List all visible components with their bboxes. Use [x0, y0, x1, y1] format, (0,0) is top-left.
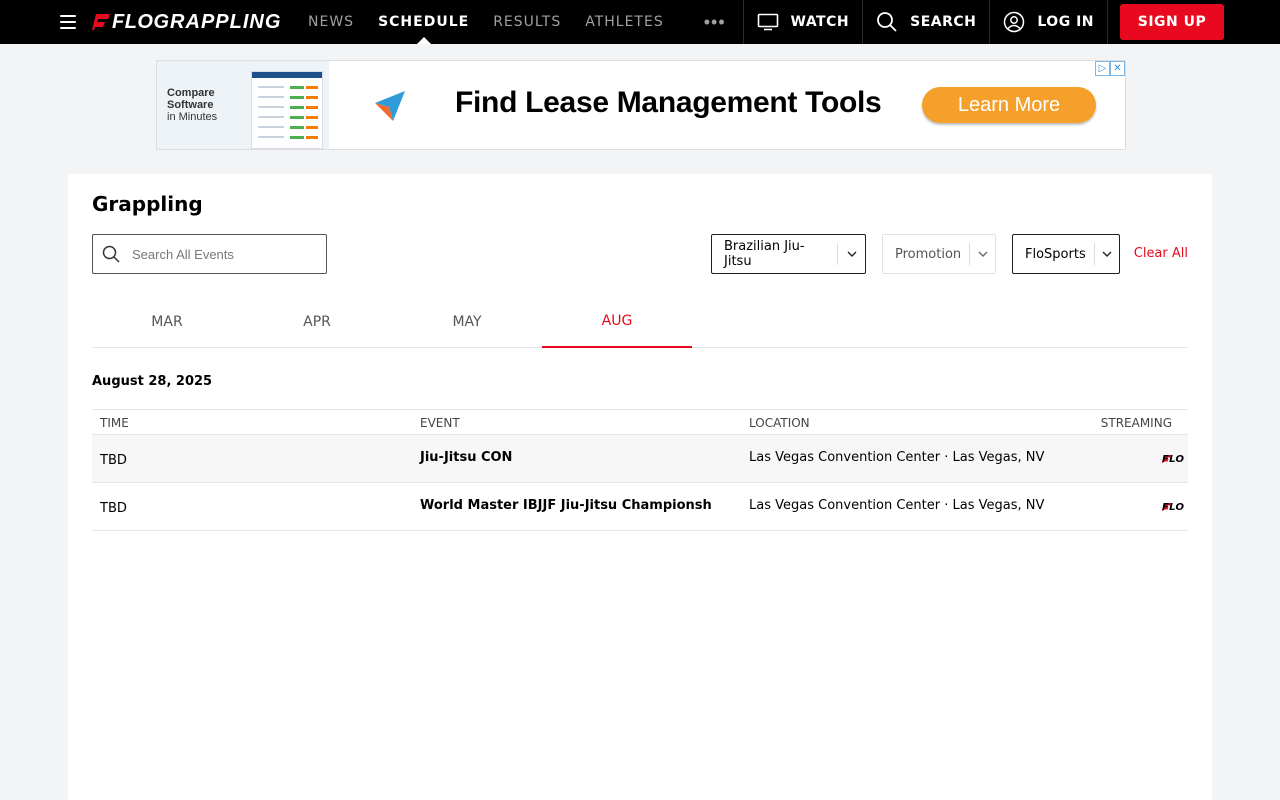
- header-event: EVENT: [420, 416, 460, 430]
- row-time: TBD: [100, 453, 127, 468]
- provider-filter[interactable]: FloSports: [1012, 234, 1120, 274]
- signup-button[interactable]: SIGN UP: [1120, 4, 1224, 40]
- user-icon: [1004, 11, 1025, 33]
- discipline-filter[interactable]: Brazilian Jiu-Jitsu: [711, 234, 866, 274]
- top-nav: FLO GRAPPLING NEWS SCHEDULE RESULTS ATHL…: [0, 0, 1280, 44]
- ad-headline: Find Lease Management Tools: [455, 86, 882, 119]
- month-tabs: MAR APR MAY AUG: [92, 296, 1188, 348]
- promotion-filter-label: Promotion: [895, 246, 962, 262]
- tab-may[interactable]: MAY: [392, 296, 542, 348]
- ad-left-title: Compare Software: [167, 87, 215, 111]
- row-location: Las Vegas Convention Center · Las Vegas,…: [749, 450, 1045, 465]
- chevron-down-icon: [838, 251, 865, 257]
- date-heading: August 28, 2025: [92, 374, 213, 389]
- clear-all-link[interactable]: Clear All: [1134, 246, 1188, 261]
- promotion-filter[interactable]: Promotion: [882, 234, 996, 274]
- search-input[interactable]: [132, 246, 302, 262]
- search-icon: [877, 12, 897, 32]
- search-button[interactable]: SEARCH: [862, 0, 989, 44]
- logo-sport-text: GRAPPLING: [153, 10, 282, 33]
- table-row[interactable]: TBD Jiu-Jitsu CON Las Vegas Convention C…: [92, 435, 1188, 483]
- ad-learn-more-button[interactable]: Learn More: [922, 87, 1096, 123]
- row-event[interactable]: Jiu-Jitsu CON: [420, 450, 512, 465]
- adchoices-icon[interactable]: ▷: [1095, 61, 1110, 76]
- login-button[interactable]: LOG IN: [989, 0, 1107, 44]
- row-location: Las Vegas Convention Center · Las Vegas,…: [749, 498, 1045, 513]
- main-nav-links: NEWS SCHEDULE RESULTS ATHLETES •••: [296, 0, 754, 44]
- page-title: Grappling: [92, 192, 203, 216]
- discipline-filter-label: Brazilian Jiu-Jitsu: [724, 239, 805, 269]
- ad-badges: ▷ ✕: [1095, 61, 1125, 76]
- provider-filter-label: FloSports: [1025, 246, 1086, 262]
- flo-logo-mark-icon: [92, 14, 110, 30]
- ad-close-icon[interactable]: ✕: [1110, 61, 1125, 76]
- ad-banner[interactable]: Compare Software in Minutes Find Lease M…: [156, 60, 1126, 150]
- tab-aug[interactable]: AUG: [542, 296, 692, 348]
- tv-icon: [757, 13, 778, 31]
- ad-left-panel: Compare Software in Minutes: [157, 61, 329, 149]
- flo-badge-text: FLO: [1162, 453, 1185, 465]
- ad-left-text: Compare Software in Minutes: [167, 87, 227, 123]
- chevron-down-icon: [1095, 251, 1119, 257]
- table-row[interactable]: TBD World Master IBJJF Jiu-Jitsu Champio…: [92, 483, 1188, 531]
- watch-label: WATCH: [790, 14, 850, 30]
- row-event[interactable]: World Master IBJJF Jiu-Jitsu Championsh: [420, 498, 712, 513]
- nav-news[interactable]: NEWS: [296, 0, 366, 44]
- ad-arrow-logo-icon: [375, 91, 405, 121]
- menu-icon[interactable]: [60, 15, 76, 29]
- search-label: SEARCH: [910, 14, 977, 30]
- flo-streaming-badge[interactable]: FLO: [1162, 502, 1184, 513]
- ad-screenshot-image: [251, 71, 323, 149]
- header-streaming: STREAMING: [1100, 416, 1172, 430]
- tab-mar[interactable]: MAR: [92, 296, 242, 348]
- signup-wrap: SIGN UP: [1107, 0, 1280, 44]
- logo-flo-text: FLO: [112, 10, 154, 33]
- watch-button[interactable]: WATCH: [742, 0, 863, 44]
- event-search[interactable]: [92, 234, 327, 274]
- tab-apr[interactable]: APR: [242, 296, 392, 348]
- row-time: TBD: [100, 501, 127, 516]
- chevron-down-icon: [970, 251, 995, 257]
- login-label: LOG IN: [1037, 14, 1094, 30]
- table-header: TIME EVENT LOCATION STREAMING: [92, 409, 1188, 435]
- nav-schedule[interactable]: SCHEDULE: [366, 0, 481, 44]
- nav-results[interactable]: RESULTS: [481, 0, 573, 44]
- search-icon: [102, 245, 120, 263]
- schedule-card: Grappling Brazilian Jiu-Jitsu Promotion …: [68, 174, 1212, 800]
- flo-streaming-badge[interactable]: FLO: [1162, 454, 1184, 465]
- nav-athletes[interactable]: ATHLETES: [573, 0, 676, 44]
- nav-actions: WATCH SEARCH LOG IN SIGN UP: [742, 0, 1280, 44]
- ad-left-sub: in Minutes: [167, 111, 218, 123]
- flograppling-logo[interactable]: FLO GRAPPLING: [92, 10, 281, 34]
- header-time: TIME: [100, 416, 129, 430]
- events-table: TIME EVENT LOCATION STREAMING TBD Jiu-Ji…: [92, 409, 1188, 531]
- flo-badge-text: FLO: [1162, 501, 1185, 513]
- header-location: LOCATION: [749, 416, 810, 430]
